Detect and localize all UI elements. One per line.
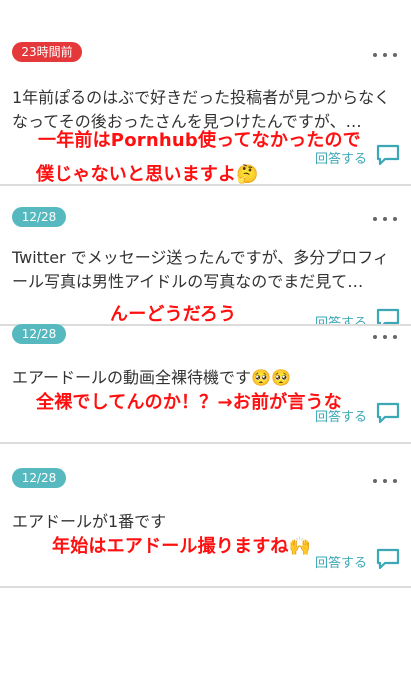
reply-button[interactable]: 回答する [301,548,401,572]
time-badge: 23時間前 [12,42,82,62]
date-badge: 12/28 [12,207,66,227]
question-card: 12/28 Twitter でメッセージ送ったんですが、多分プロフィール写真は男… [0,186,411,331]
reply-label: 回答する [314,152,367,167]
more-dots-icon[interactable] [373,332,397,342]
annotation-text: 全裸でしてんのか！？→お前が言うな [36,392,342,413]
question-card: 12/28 エアドールが1番です 年始はエアドール撮りますね🙌 回答する [0,444,411,586]
reply-button[interactable]: 回答する [301,402,401,426]
question-text[interactable]: エアードールの動画全裸待機です🥺🥺 [12,366,396,390]
annotation-text: 年始はエアドール撮りますね🙌 [52,536,312,557]
speech-bubble-icon [376,548,400,570]
annotation-text: 僕じゃないと思いますよ🤔 [36,164,259,185]
date-badge: 12/28 [12,468,66,488]
reply-label: 回答する [314,410,367,425]
question-card: 23時間前 1年前ぽるのはぶで好きだった投稿者が見つからなくなってその後おったさ… [0,0,411,185]
date-badge: 12/28 [12,324,66,344]
question-text[interactable]: Twitter でメッセージ送ったんですが、多分プロフィール写真は男性アイドルの… [12,246,396,294]
more-dots-icon[interactable] [373,50,397,60]
speech-bubble-icon [376,402,400,424]
more-dots-icon[interactable] [373,214,397,224]
reply-label: 回答する [314,556,367,571]
more-dots-icon[interactable] [373,476,397,486]
question-card: 12/28 エアードールの動画全裸待機です🥺🥺 全裸でしてんのか！？→お前が言う… [0,324,411,442]
reply-button[interactable]: 回答する [301,144,401,168]
speech-bubble-icon [376,144,400,166]
question-text[interactable]: エアドールが1番です [12,510,396,534]
annotation-text: んーどうだろう [110,304,237,325]
divider [0,586,411,588]
